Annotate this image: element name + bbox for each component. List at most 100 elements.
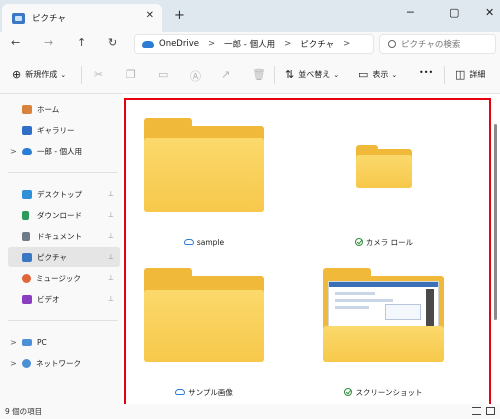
maximize-button[interactable]: ▢ xyxy=(449,6,459,19)
new-tab-button[interactable]: + xyxy=(174,8,185,23)
sidebar-item-label: ギャラリー xyxy=(37,125,75,135)
chevron-right-icon[interactable]: > xyxy=(10,147,17,156)
sidebar-item-label: ホーム xyxy=(37,104,60,114)
up-button[interactable]: ↑ xyxy=(77,36,86,49)
pc-icon xyxy=(22,338,32,346)
gallery-icon xyxy=(22,125,32,135)
desktop-icon xyxy=(22,189,32,199)
toolbar-divider xyxy=(444,66,445,84)
onedrive-icon xyxy=(142,40,154,48)
sort-button[interactable]: ⇅ 並べ替え ⌄ xyxy=(285,68,339,81)
sidebar-item-label: ドキュメント xyxy=(37,231,82,241)
sidebar-divider xyxy=(8,172,118,173)
sidebar-item-label: ダウンロード xyxy=(37,210,82,220)
breadcrumb-onedrive[interactable]: OneDrive xyxy=(159,39,199,49)
highlight-box xyxy=(124,98,491,406)
share-icon[interactable]: ↗ xyxy=(221,68,234,81)
documents-icon xyxy=(22,231,30,241)
breadcrumb-separator[interactable]: > xyxy=(343,39,350,49)
chevron-down-icon: ⌄ xyxy=(60,70,67,79)
sidebar-item-label: デスクトップ xyxy=(37,189,82,199)
close-tab-icon[interactable]: ✕ xyxy=(146,10,154,21)
breadcrumb-separator[interactable]: > xyxy=(208,39,215,49)
sidebar-item-documents[interactable]: ドキュメント ⊥ xyxy=(8,226,120,246)
sidebar-item-network[interactable]: > ネットワーク xyxy=(8,353,120,373)
video-icon xyxy=(22,294,32,304)
sidebar-item-onedrive[interactable]: > 一郎 - 個人用 xyxy=(8,141,120,161)
paste-icon[interactable]: ▭ xyxy=(158,68,172,81)
details-view-icon[interactable] xyxy=(472,407,481,415)
cut-icon[interactable]: ✂ xyxy=(94,68,107,81)
title-bar: ピクチャ ✕ + ─ ▢ ✕ xyxy=(0,0,500,32)
pin-icon: ⊥ xyxy=(107,190,114,198)
details-button[interactable]: ◫ 詳細 xyxy=(455,68,485,81)
toolbar-divider xyxy=(274,66,275,84)
status-bar: 9 個の項目 xyxy=(0,404,500,419)
sidebar-item-music[interactable]: ミュージック ⊥ xyxy=(8,268,120,288)
network-icon xyxy=(22,358,31,368)
new-button-label: 新規作成 xyxy=(25,70,58,79)
address-bar[interactable]: OneDrive > 一郎 - 個人用 > ピクチャ > xyxy=(134,34,374,54)
minimize-button[interactable]: ─ xyxy=(407,6,414,19)
sidebar-item-label: ビデオ xyxy=(37,294,60,304)
plus-icon: ⊕ xyxy=(12,68,22,81)
pin-icon: ⊥ xyxy=(107,211,114,219)
breadcrumb-pictures[interactable]: ピクチャ xyxy=(300,38,334,50)
breadcrumb-separator[interactable]: > xyxy=(284,39,291,49)
toolbar-divider xyxy=(81,66,82,84)
sidebar-item-label: PC xyxy=(37,337,47,347)
tab-pictures[interactable]: ピクチャ ✕ xyxy=(2,4,162,32)
copy-icon[interactable]: ❐ xyxy=(126,68,140,81)
download-icon xyxy=(22,210,29,220)
chevron-down-icon: ⌄ xyxy=(333,70,340,79)
rename-icon[interactable]: Ⓐ xyxy=(190,68,205,84)
chevron-down-icon: ⌄ xyxy=(391,70,398,79)
view-icon: ▭ xyxy=(358,68,369,81)
scrollbar-thumb[interactable] xyxy=(494,124,497,320)
vertical-scrollbar[interactable] xyxy=(494,100,497,400)
sidebar-item-label: ミュージック xyxy=(36,273,81,283)
breadcrumb-personal[interactable]: 一郎 - 個人用 xyxy=(224,38,275,50)
pin-icon: ⊥ xyxy=(107,274,114,282)
sidebar-divider xyxy=(8,320,118,321)
navigation-bar: ← → ↑ ↻ OneDrive > 一郎 - 個人用 > ピクチャ > ピクチ… xyxy=(0,32,500,56)
item-count: 9 個の項目 xyxy=(5,407,43,416)
tab-title: ピクチャ xyxy=(32,14,66,24)
sidebar-item-label: ピクチャ xyxy=(37,252,67,262)
music-icon xyxy=(22,273,31,283)
sidebar-item-pictures[interactable]: ピクチャ ⊥ xyxy=(8,247,120,267)
pictures-icon xyxy=(12,12,25,24)
pin-icon: ⊥ xyxy=(107,232,114,240)
home-icon xyxy=(22,104,32,114)
sidebar-item-pc[interactable]: > PC xyxy=(8,332,120,352)
sidebar-item-gallery[interactable]: ギャラリー xyxy=(8,120,120,140)
pin-icon: ⊥ xyxy=(107,295,114,303)
sort-icon: ⇅ xyxy=(285,68,295,81)
refresh-button[interactable]: ↻ xyxy=(108,36,117,49)
search-box[interactable]: ピクチャの検索 xyxy=(379,34,496,54)
onedrive-icon xyxy=(22,147,32,155)
sidebar-item-label: 一郎 - 個人用 xyxy=(37,146,82,156)
sort-button-label: 並べ替え xyxy=(298,70,331,79)
sidebar-item-desktop[interactable]: デスクトップ ⊥ xyxy=(8,184,120,204)
chevron-right-icon[interactable]: > xyxy=(10,359,17,368)
sidebar-item-downloads[interactable]: ダウンロード ⊥ xyxy=(8,205,120,225)
pin-icon: ⊥ xyxy=(107,253,114,261)
delete-icon[interactable]: 🗑 xyxy=(252,68,270,81)
close-window-button[interactable]: ✕ xyxy=(485,6,494,19)
new-button[interactable]: ⊕ 新規作成 ⌄ xyxy=(12,68,66,81)
sidebar-item-label: ネットワーク xyxy=(36,358,81,368)
search-icon xyxy=(388,40,396,48)
search-placeholder: ピクチャの検索 xyxy=(401,40,461,50)
sidebar-item-home[interactable]: ホーム xyxy=(8,99,120,119)
details-button-label: 詳細 xyxy=(469,70,486,79)
large-icons-view-icon[interactable] xyxy=(486,407,495,415)
back-button[interactable]: ← xyxy=(11,36,20,49)
more-options-button[interactable]: ••• xyxy=(419,68,433,77)
view-button-label: 表示 xyxy=(372,70,389,79)
pictures-icon xyxy=(22,252,32,262)
forward-button[interactable]: → xyxy=(44,36,53,49)
chevron-right-icon[interactable]: > xyxy=(10,338,17,347)
sidebar-item-videos[interactable]: ビデオ ⊥ xyxy=(8,289,120,309)
view-button[interactable]: ▭ 表示 ⌄ xyxy=(358,68,397,81)
